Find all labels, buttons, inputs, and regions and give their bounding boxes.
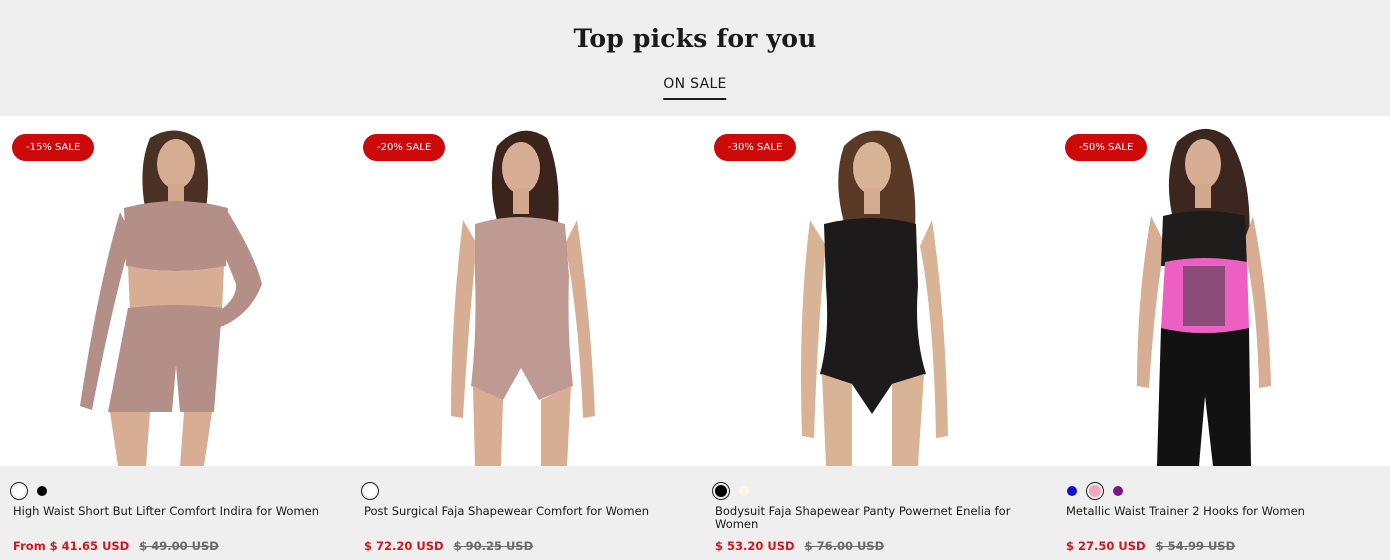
tab-on-sale[interactable]: ON SALE (663, 76, 727, 100)
price-row: $ 53.20 USD $ 76.00 USD (715, 539, 884, 553)
product-image[interactable]: -30% SALE (702, 116, 1053, 466)
sale-badge: -30% SALE (714, 134, 797, 161)
sale-badge: -15% SALE (12, 134, 95, 161)
sale-price: $ 27.50 USD (1066, 539, 1146, 553)
sale-badge: -50% SALE (1065, 134, 1148, 161)
product-photo (80, 130, 262, 466)
price-row: $ 72.20 USD $ 90.25 USD (364, 539, 533, 553)
product-photo (801, 130, 948, 466)
section-title: Top picks for you (573, 24, 817, 53)
color-swatch[interactable] (712, 482, 730, 500)
compare-price: $ 76.00 USD (804, 539, 885, 553)
sale-price: From $ 41.65 USD (13, 539, 130, 553)
color-swatches (1063, 481, 1127, 501)
product-card[interactable]: -30% SALE Bodysuit Faja Shapewear Panty … (702, 116, 1053, 560)
compare-price: $ 90.25 USD (453, 539, 534, 553)
sale-price: $ 72.20 USD (364, 539, 444, 553)
compare-price: $ 49.00 USD (139, 539, 219, 553)
price-row: From $ 41.65 USD $ 49.00 USD (13, 539, 219, 553)
color-swatch[interactable] (33, 482, 51, 500)
product-title[interactable]: Bodysuit Faja Shapewear Panty Powernet E… (715, 505, 1025, 531)
product-image[interactable]: -15% SALE (0, 116, 351, 466)
section-header: Top picks for you ON SALE (0, 0, 1390, 116)
product-image[interactable]: -20% SALE (351, 116, 702, 466)
product-photo (451, 130, 595, 466)
product-title[interactable]: Metallic Waist Trainer 2 Hooks for Women (1066, 505, 1376, 518)
product-card[interactable]: -15% SALE High Waist Short But Lifter Co… (0, 116, 351, 560)
color-swatch[interactable] (735, 482, 753, 500)
sale-badge: -20% SALE (363, 134, 446, 161)
color-swatch[interactable] (1086, 482, 1104, 500)
color-swatches (712, 481, 753, 501)
sale-price: $ 53.20 USD (715, 539, 795, 553)
product-grid: -15% SALE High Waist Short But Lifter Co… (0, 116, 1390, 560)
product-title[interactable]: High Waist Short But Lifter Comfort Indi… (13, 505, 323, 518)
compare-price: $ 54.99 USD (1155, 539, 1236, 553)
color-swatches (361, 481, 379, 501)
color-swatch[interactable] (1063, 482, 1081, 500)
color-swatch[interactable] (361, 482, 379, 500)
color-swatch[interactable] (10, 482, 28, 500)
product-card[interactable]: -50% SALE Metallic Waist Trainer 2 Hooks… (1053, 116, 1390, 560)
product-title[interactable]: Post Surgical Faja Shapewear Comfort for… (364, 505, 674, 518)
color-swatches (10, 481, 51, 501)
price-row: $ 27.50 USD $ 54.99 USD (1066, 539, 1235, 553)
product-photo (1137, 128, 1271, 466)
color-swatch[interactable] (1109, 482, 1127, 500)
product-card[interactable]: -20% SALE Post Surgical Faja Shapewear C… (351, 116, 702, 560)
product-image[interactable]: -50% SALE (1053, 116, 1390, 466)
